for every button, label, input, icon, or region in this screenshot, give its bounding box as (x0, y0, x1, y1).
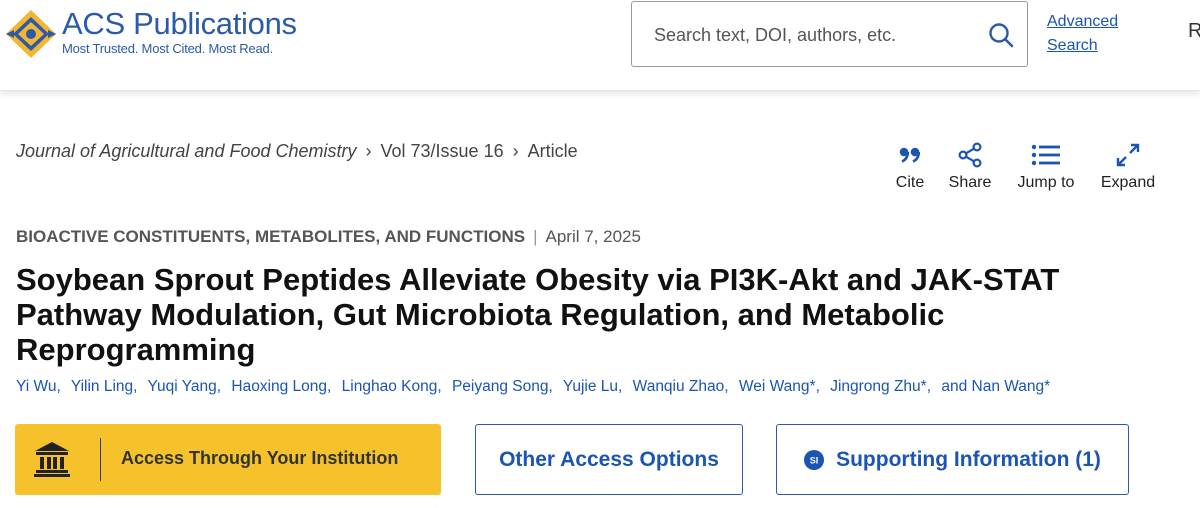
author-link[interactable]: Yi Wu (16, 378, 56, 395)
quote-icon (899, 147, 921, 163)
expand-button[interactable]: Expand (1098, 140, 1158, 192)
share-icon (958, 142, 982, 168)
supporting-info-badge-text: SI (810, 455, 819, 465)
expand-icon (1116, 143, 1140, 167)
search-input[interactable] (654, 20, 974, 50)
cite-button[interactable]: Cite (888, 140, 932, 192)
author-link[interactable]: Yuqi Yang (148, 378, 217, 395)
acs-emblem-icon (6, 10, 56, 58)
author-list: Yi Wu, Yilin Ling, Yuqi Yang, Haoxing Lo… (16, 378, 1051, 395)
meta-separator: | (533, 227, 538, 246)
logo-tagline: Most Trusted. Most Cited. Most Read. (62, 41, 273, 56)
logo-name: ACS Publications (62, 8, 322, 40)
author-link[interactable]: Haoxing Long (231, 378, 327, 395)
share-label: Share (948, 174, 992, 191)
author-link[interactable]: Jingrong Zhu* (830, 378, 927, 395)
logo-acs: ACS (62, 6, 125, 41)
article-toolbar: Cite Share Jump to Expand (0, 140, 1200, 200)
author-link[interactable]: Nan Wang* (972, 378, 1051, 395)
advanced-search-line1: Advanced (1047, 13, 1119, 30)
logo-wordmark: ACS Publications Most Trusted. Most Cite… (62, 8, 322, 57)
author-link[interactable]: Wei Wang* (739, 378, 816, 395)
author-link[interactable]: Yilin Ling (71, 378, 133, 395)
supporting-information-button[interactable]: SI Supporting Information (1) (776, 424, 1129, 495)
other-access-label: Other Access Options (499, 447, 719, 471)
advanced-search-link[interactable]: Advanced Search (1047, 10, 1137, 58)
header-cutoff-text[interactable]: R (1188, 20, 1200, 43)
supporting-info-label: Supporting Information (1) (836, 447, 1101, 471)
button-divider (100, 438, 101, 481)
article-section[interactable]: BIOACTIVE CONSTITUENTS, METABOLITES, AND… (16, 227, 525, 246)
author-link[interactable]: Linghao Kong (342, 378, 438, 395)
article-meta: BIOACTIVE CONSTITUENTS, METABOLITES, AND… (16, 227, 641, 247)
acs-publications-logo[interactable]: ACS Publications Most Trusted. Most Cite… (4, 8, 297, 64)
logo-publications: Publications (133, 6, 297, 41)
author-link[interactable]: Wanqiu Zhao (633, 378, 725, 395)
expand-label: Expand (1100, 174, 1156, 191)
site-header: ACS Publications Most Trusted. Most Cite… (0, 0, 1200, 91)
institution-icon (34, 442, 70, 477)
author-link[interactable]: Yujie Lu (563, 378, 618, 395)
article-title: Soybean Sprout Peptides Alleviate Obesit… (16, 262, 1060, 367)
supporting-info-icon: SI (804, 449, 825, 470)
advanced-search-line2: Search (1047, 37, 1098, 54)
list-icon (1031, 144, 1060, 166)
search-button[interactable] (987, 21, 1017, 51)
search-box (631, 1, 1028, 67)
publication-date: April 7, 2025 (545, 227, 641, 246)
jump-to-button[interactable]: Jump to (1010, 140, 1082, 192)
other-access-options-button[interactable]: Other Access Options (475, 424, 743, 495)
search-icon (989, 23, 1014, 48)
access-through-institution-button[interactable]: Access Through Your Institution (15, 424, 441, 495)
jump-to-label: Jump to (1017, 174, 1075, 191)
institution-button-label: Access Through Your Institution (121, 448, 399, 468)
share-button[interactable]: Share (945, 140, 995, 192)
authors-and: and (941, 378, 968, 395)
cite-label: Cite (895, 174, 925, 191)
author-link[interactable]: Peiyang Song (452, 378, 549, 395)
